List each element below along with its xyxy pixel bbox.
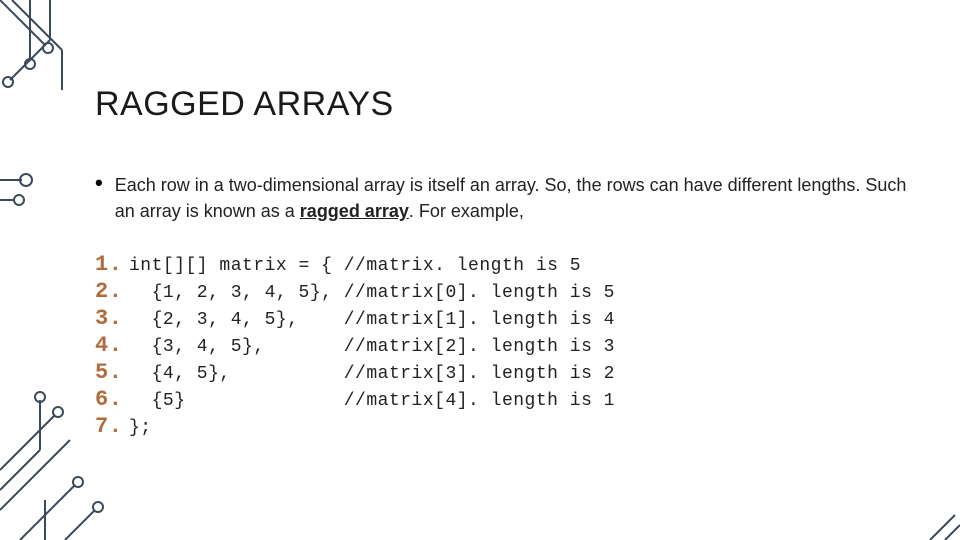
line-number: 3. xyxy=(95,306,129,332)
code-text: {4, 5}, //matrix[3]. length is 2 xyxy=(129,361,615,387)
bullet-item: • Each row in a two-dimensional array is… xyxy=(95,172,915,224)
line-number: 1. xyxy=(95,252,129,278)
code-text: }; xyxy=(129,415,152,441)
code-line: 2. {1, 2, 3, 4, 5}, //matrix[0]. length … xyxy=(95,279,915,306)
code-line: 5. {4, 5}, //matrix[3]. length is 2 xyxy=(95,360,915,387)
code-line: 6. {5} //matrix[4]. length is 1 xyxy=(95,387,915,414)
code-text: {1, 2, 3, 4, 5}, //matrix[0]. length is … xyxy=(129,280,615,306)
code-line: 1. int[][] matrix = { //matrix. length i… xyxy=(95,252,915,279)
bullet-text: Each row in a two-dimensional array is i… xyxy=(115,172,915,224)
code-block: 1. int[][] matrix = { //matrix. length i… xyxy=(95,252,915,441)
bullet-bold-term: ragged array xyxy=(300,201,409,221)
line-number: 6. xyxy=(95,387,129,413)
line-number: 4. xyxy=(95,333,129,359)
line-number: 5. xyxy=(95,360,129,386)
line-number: 2. xyxy=(95,279,129,305)
code-text: {3, 4, 5}, //matrix[2]. length is 3 xyxy=(129,334,615,360)
bullet-suffix: . For example, xyxy=(409,201,524,221)
code-line: 7. }; xyxy=(95,414,915,441)
code-text: {2, 3, 4, 5}, //matrix[1]. length is 4 xyxy=(129,307,615,333)
code-line: 3. {2, 3, 4, 5}, //matrix[1]. length is … xyxy=(95,306,915,333)
code-text: int[][] matrix = { //matrix. length is 5 xyxy=(129,253,581,279)
line-number: 7. xyxy=(95,414,129,440)
bullet-dot-icon: • xyxy=(95,172,103,194)
code-line: 4. {3, 4, 5}, //matrix[2]. length is 3 xyxy=(95,333,915,360)
slide-title: RAGGED ARRAYS xyxy=(95,85,915,124)
slide-content: RAGGED ARRAYS • Each row in a two-dimens… xyxy=(95,85,915,441)
code-text: {5} //matrix[4]. length is 1 xyxy=(129,388,615,414)
